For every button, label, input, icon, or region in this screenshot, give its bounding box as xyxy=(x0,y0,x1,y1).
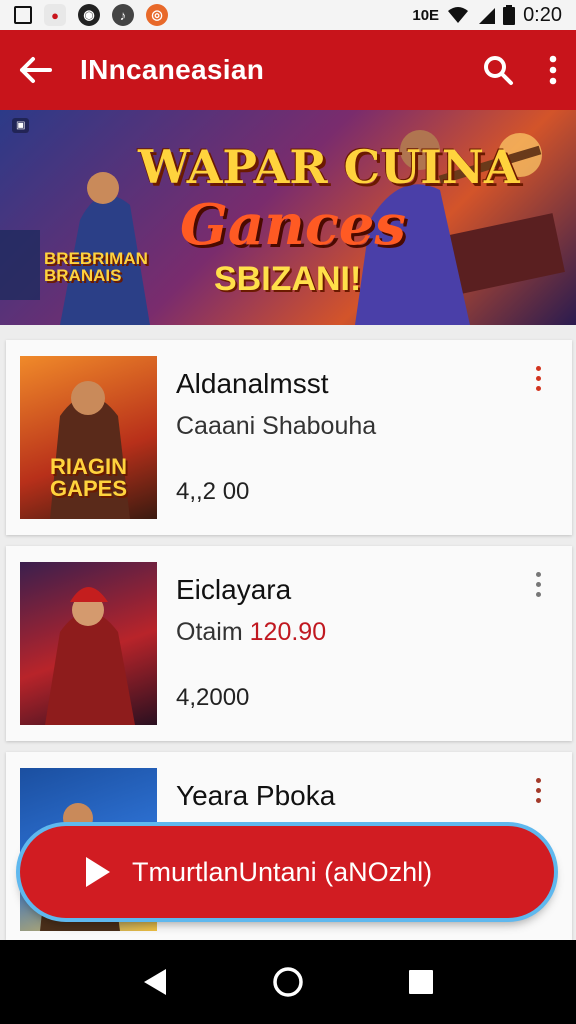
card-number: 4,,2 00 xyxy=(176,478,250,505)
banner-logo: ▣ xyxy=(12,118,30,133)
card-subtitle: Caaani Shabouha xyxy=(176,412,377,440)
banner-side-line1: BREBRIMAN xyxy=(44,249,148,268)
card-subtitle: Otaim 120.90 xyxy=(176,618,326,647)
clock: 0:20 xyxy=(523,3,562,26)
card-price: 120.90 xyxy=(249,618,327,646)
app-notification-icon: ● xyxy=(44,4,66,26)
card-more-icon[interactable] xyxy=(532,572,544,597)
card-more-icon[interactable] xyxy=(532,778,544,803)
notification-icons: ● ◉ ♪ ◎ xyxy=(14,4,168,26)
thumbnail-art xyxy=(45,587,135,725)
thumbnail-title: RIAGIN GAPES xyxy=(49,454,128,501)
battery-icon xyxy=(503,5,516,25)
card-number: 4,2000 xyxy=(176,684,250,711)
app-bar: INncaneasian xyxy=(0,30,576,110)
camera-notification-icon: ◉ xyxy=(78,4,100,26)
nav-recents-icon[interactable] xyxy=(408,969,434,995)
banner-title: Gances xyxy=(180,192,407,258)
status-bar: ● ◉ ♪ ◎ 10E 0:20 xyxy=(0,0,576,30)
promo-banner[interactable]: ▣ WAPAR CUINA Gances SBIZANI! BREBRIMAN … xyxy=(0,110,576,325)
banner-tagline: SBIZANI! xyxy=(214,260,362,298)
more-vert-icon[interactable] xyxy=(548,55,558,85)
card-more-icon[interactable] xyxy=(532,366,544,391)
game-thumbnail: RIAGIN GAPES xyxy=(20,356,157,519)
card-title: Eiclayara xyxy=(176,574,292,605)
game-notification-icon: ◎ xyxy=(146,4,168,26)
game-thumbnail xyxy=(20,562,157,725)
card-subtitle-text: Otaim xyxy=(176,618,243,646)
wifi-icon xyxy=(448,7,469,23)
page-title: INncaneasian xyxy=(80,54,265,85)
play-now-label: TmurtlanUntani (aNOzhl) xyxy=(132,856,433,887)
card-title: Yeara Pboka xyxy=(176,780,336,811)
status-indicators: 10E 0:20 xyxy=(412,4,562,27)
banner-headline: WAPAR CUINA xyxy=(138,140,520,194)
signal-icon xyxy=(479,8,496,24)
screenshot-icon xyxy=(14,6,32,24)
back-arrow-icon[interactable] xyxy=(18,56,52,84)
game-card[interactable]: Eiclayara Otaim 120.90 4,2000 xyxy=(6,546,572,741)
banner-side-line2: BRANAIS xyxy=(44,266,122,285)
nav-home-icon[interactable] xyxy=(272,966,304,998)
game-card[interactable]: RIAGIN GAPES Aldanalmsst Caaani Shabouha… xyxy=(6,340,572,535)
card-title: Aldanalmsst xyxy=(176,368,329,399)
music-notification-icon: ♪ xyxy=(112,4,134,26)
search-icon[interactable] xyxy=(482,54,514,86)
play-now-button[interactable]: TmurtlanUntani (aNOzhl) xyxy=(20,826,554,918)
nav-back-icon[interactable] xyxy=(142,967,168,997)
app-bar-actions xyxy=(482,54,558,86)
banner-side-text: BREBRIMAN BRANAIS xyxy=(44,250,148,284)
play-icon xyxy=(86,857,110,887)
system-nav-bar xyxy=(0,940,576,1024)
network-type-text: 10E xyxy=(412,6,440,24)
